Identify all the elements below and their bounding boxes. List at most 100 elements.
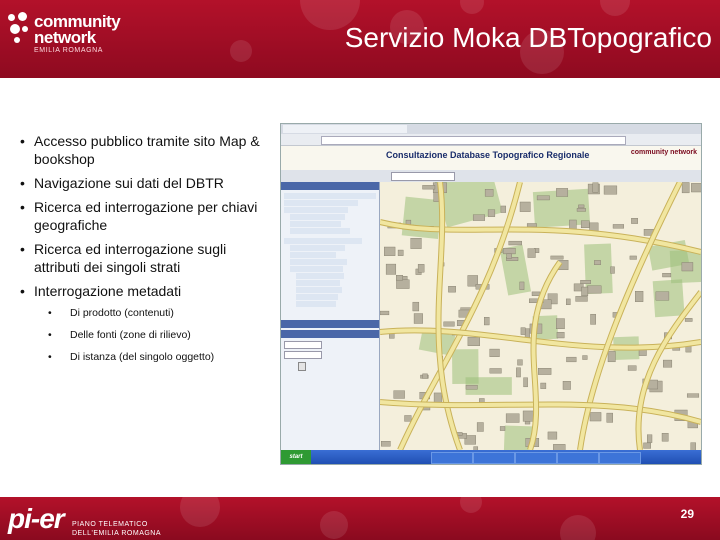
bullet-symbol: • (20, 133, 25, 149)
building (519, 281, 525, 290)
header-band: community network EMILIA ROMAGNA Servizi… (0, 0, 720, 78)
sub-bullet-text: Di istanza (del singolo oggetto) (70, 351, 215, 363)
building (661, 433, 669, 442)
building (527, 248, 536, 258)
browser-address-bar (281, 134, 701, 146)
building (422, 185, 436, 190)
building (590, 313, 596, 325)
building (520, 327, 526, 335)
building (506, 253, 512, 259)
building (499, 426, 506, 431)
building (562, 381, 571, 390)
panel-header (281, 330, 379, 338)
pier-logo-line-1: PIANO TELEMATICO (72, 521, 148, 528)
building (505, 413, 520, 423)
pier-logo-line-2: DELL'EMILIA ROMAGNA (72, 530, 162, 537)
bullet-symbol: • (20, 175, 25, 191)
building (489, 368, 502, 374)
layer-tree (281, 190, 379, 310)
building (448, 286, 456, 293)
building (413, 313, 423, 324)
browser-tab (351, 125, 407, 133)
sub-bullet-text: Delle fonti (zone di rilievo) (70, 329, 191, 341)
building (629, 255, 637, 260)
building (643, 442, 651, 449)
browser-tabbar (281, 124, 701, 134)
building (433, 392, 443, 403)
topographic-map (380, 182, 701, 450)
building (487, 209, 496, 217)
map-view (380, 182, 701, 450)
bullet-symbol: • (48, 351, 52, 363)
green-area (401, 196, 442, 239)
building (422, 373, 428, 379)
taskbar-item (431, 452, 473, 464)
app-title: Consultazione Database Topografico Regio… (386, 150, 590, 160)
building (396, 275, 403, 281)
building (472, 214, 486, 221)
building (592, 182, 599, 193)
bullet-text: Navigazione sui dati del DBTR (34, 175, 224, 191)
scale-input (284, 351, 322, 359)
building (503, 247, 516, 255)
building (417, 264, 425, 273)
building (589, 412, 602, 422)
start-button: start (281, 450, 311, 464)
sub-bullet-item: • Di istanza (del singolo oggetto) (20, 351, 270, 364)
bullet-list: • Accesso pubblico tramite sito Map & boo… (20, 132, 270, 373)
building (538, 368, 552, 375)
building (566, 356, 577, 363)
building (581, 286, 589, 297)
building (465, 384, 478, 390)
taskbar-item (515, 452, 557, 464)
building (575, 296, 588, 302)
url-field (321, 136, 626, 145)
bullet-symbol: • (48, 307, 52, 319)
sub-bullet-item: • Delle fonti (zone di rilievo) (20, 329, 270, 342)
building (566, 298, 571, 305)
building (484, 317, 490, 326)
building (500, 205, 507, 213)
sub-bullet-item: • Di prodotto (contenuti) (20, 307, 270, 320)
building (556, 318, 565, 330)
building (517, 359, 523, 366)
building (536, 195, 550, 201)
building (576, 208, 586, 212)
layer-panel (281, 182, 380, 450)
building (681, 262, 694, 272)
green-area (452, 349, 479, 384)
building (547, 431, 558, 440)
bullet-item: • Ricerca ed interrogazione sugli attribu… (20, 240, 270, 276)
building (594, 260, 601, 266)
building (556, 332, 565, 339)
search-dropdown (391, 172, 455, 181)
bullet-symbol: • (20, 199, 25, 215)
building (393, 390, 405, 399)
building (385, 263, 397, 275)
building (531, 291, 541, 296)
application-screenshot: Consultazione Database Topografico Regio… (280, 123, 702, 465)
pier-logo: pi-er PIANO TELEMATICO DELL'EMILIA ROMAG… (8, 503, 162, 537)
building (476, 422, 484, 432)
logo-line-3: EMILIA ROMAGNA (34, 47, 104, 54)
app-header: Consultazione Database Topografico Regio… (281, 146, 701, 171)
building (587, 285, 602, 294)
os-taskbar: start (281, 450, 701, 464)
sub-bullet-text: Di prodotto (contenuti) (70, 307, 174, 319)
building (380, 310, 390, 316)
bullet-text: Ricerca ed interrogazione per chiavi geo… (34, 199, 258, 233)
logo-dots-icon (6, 12, 32, 46)
pier-logo-mark: pi-er (8, 503, 65, 534)
building (582, 355, 588, 360)
bullet-item: • Interrogazione metadati (20, 282, 270, 300)
building (662, 273, 672, 278)
building (655, 291, 670, 301)
bullet-text: Ricerca ed interrogazione sugli attribut… (34, 241, 227, 275)
building (540, 382, 547, 389)
building (467, 336, 480, 346)
building (397, 249, 404, 256)
building (631, 218, 638, 224)
building (686, 393, 700, 398)
community-network-logo: community network EMILIA ROMAGNA (6, 6, 136, 54)
bullet-symbol: • (48, 329, 52, 341)
